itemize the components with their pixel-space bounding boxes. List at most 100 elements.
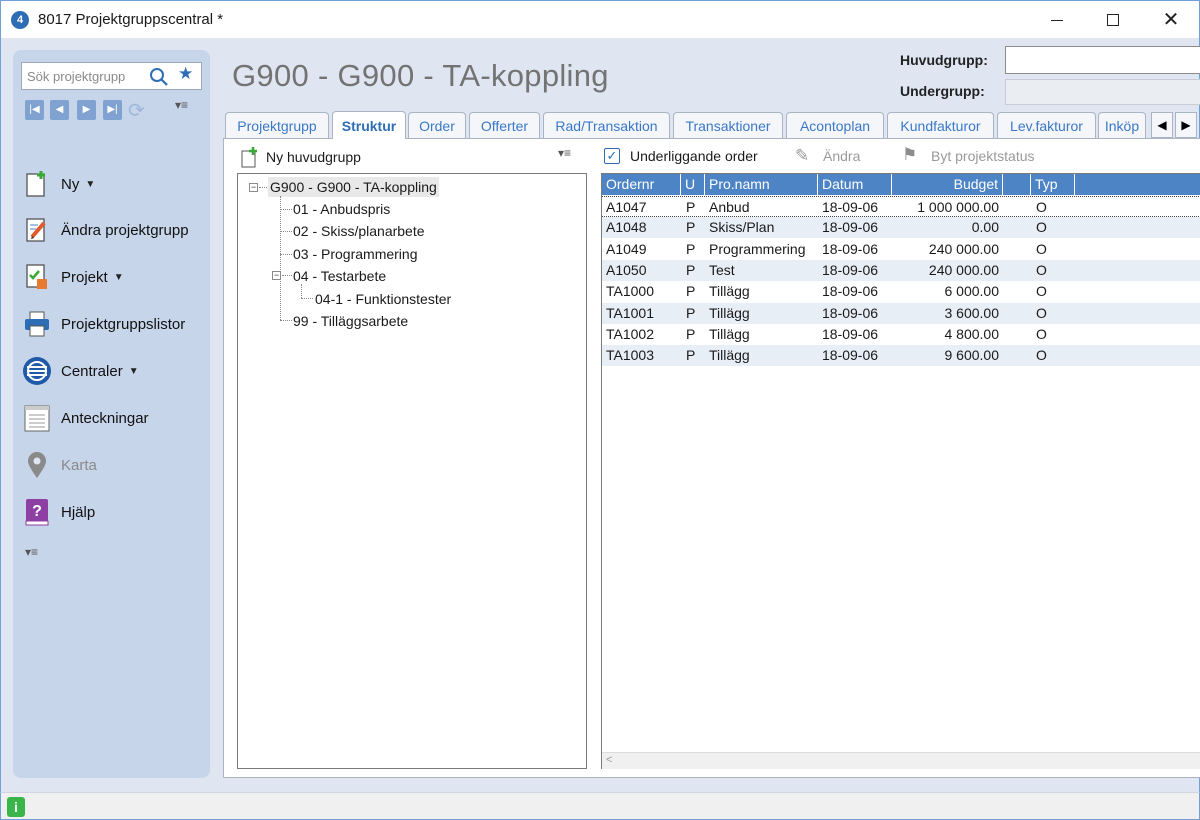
sidebar-item-label: Centraler	[61, 362, 123, 380]
svg-text:?: ?	[32, 503, 42, 520]
table-row[interactable]: TA1002 P Tillägg 18-09-06 4 800.00 O	[602, 324, 1200, 345]
ny-huvudgrupp-button[interactable]: Ny huvudgrupp	[240, 146, 361, 168]
table-cell: 0.00	[971, 219, 999, 236]
tree-node[interactable]: 03 - Programmering	[293, 244, 418, 264]
undergrupp-field[interactable]	[1005, 79, 1200, 105]
sidebar-item-projekt[interactable]: Projekt ▼	[22, 261, 202, 293]
tab-lev-fakturor[interactable]: Lev.fakturor	[997, 112, 1096, 138]
favorite-star-icon[interactable]: ★	[178, 64, 193, 84]
table-row[interactable]: TA1001 P Tillägg 18-09-06 3 600.00 O	[602, 302, 1200, 324]
table-row[interactable]: A1050 P Test 18-09-06 240 000.00 O	[602, 259, 1200, 281]
column-header-datum[interactable]: Datum	[818, 174, 892, 195]
minimize-button[interactable]	[1029, 1, 1085, 39]
horizontal-scrollbar[interactable]: <	[602, 752, 1200, 769]
column-header-pronamn[interactable]: Pro.namn	[705, 174, 818, 195]
table-cell: TA1001	[606, 304, 654, 321]
column-header-ordernr[interactable]: Ordernr	[602, 174, 681, 195]
orders-table[interactable]: Ordernr U Pro.namn Datum Budget Typ A104…	[601, 173, 1200, 769]
table-cell: A1048	[606, 219, 647, 236]
sidebar-item-hjalp[interactable]: ? Hjälp	[22, 496, 202, 528]
notepad-icon	[22, 403, 52, 433]
sidebar-item-karta[interactable]: Karta	[22, 449, 202, 481]
table-cell: 18-09-06	[822, 261, 879, 278]
sidebar-item-ny[interactable]: Ny ▼	[22, 168, 202, 200]
tab-offerter[interactable]: Offerter	[469, 112, 540, 138]
huvudgrupp-label: Huvudgrupp:	[900, 52, 988, 68]
table-cell: 240 000.00	[928, 240, 999, 257]
info-icon[interactable]: i	[7, 797, 25, 817]
last-record-button[interactable]: ▶|	[103, 100, 122, 120]
underliggande-order-label[interactable]: Underliggande order	[630, 148, 758, 164]
sidebar-item-label: Ny	[61, 175, 80, 193]
window-title: 8017 Projektgruppscentral *	[38, 11, 224, 28]
tree-node[interactable]: 01 - Anbudspris	[293, 199, 390, 219]
tree-node[interactable]: 02 - Skiss/planarbete	[293, 221, 425, 241]
table-cell: Tillägg	[709, 347, 750, 364]
table-cell: A1049	[606, 240, 647, 257]
refresh-icon[interactable]: ⟳	[128, 98, 145, 123]
table-cell: P	[686, 325, 696, 342]
tab-transaktioner[interactable]: Transaktioner	[673, 112, 783, 138]
table-cell: O	[1036, 283, 1047, 300]
table-cell: Test	[709, 261, 735, 278]
tree-node[interactable]: 99 - Tilläggsarbete	[293, 311, 408, 331]
sidebar-item-label: Ändra projektgrupp	[61, 221, 189, 239]
tab-scroll-right-icon[interactable]: ▶	[1175, 112, 1197, 138]
table-row[interactable]: A1048 P Skiss/Plan 18-09-06 0.00 O	[602, 217, 1200, 239]
tab-kundfakturor[interactable]: Kundfakturor	[887, 112, 994, 138]
collapse-icon[interactable]: −	[249, 183, 258, 192]
table-cell: O	[1036, 219, 1047, 236]
table-row[interactable]: A1049 P Programmering 18-09-06 240 000.00 O	[602, 239, 1200, 260]
tab-struktur[interactable]: Struktur	[332, 111, 406, 139]
tree-node[interactable]: 04 - Testarbete	[293, 266, 386, 286]
column-header-u[interactable]: U	[681, 174, 705, 195]
tree-node[interactable]: 04-1 - Funktionstester	[315, 289, 451, 309]
search-input[interactable]: Sök projektgrupp	[27, 69, 125, 84]
tab-projektgrupp[interactable]: Projektgrupp	[225, 112, 329, 138]
column-header-typ[interactable]: Typ	[1031, 174, 1075, 195]
table-row[interactable]: TA1003 P Tillägg 18-09-06 9 600.00 O	[602, 345, 1200, 367]
structure-options-icon[interactable]: ▾≡	[558, 146, 571, 160]
table-row[interactable]: A1047 P Anbud 18-09-06 1 000 000.00 O	[602, 196, 1200, 217]
structure-tree[interactable]: − G900 - G900 - TA-koppling − 01 - Anbud…	[237, 173, 587, 769]
maximize-icon	[1107, 14, 1119, 26]
tab-scroll-left-icon[interactable]: ◀	[1151, 112, 1173, 138]
chevron-down-icon: ▼	[113, 271, 124, 283]
sidebar-item-andra-projektgrupp[interactable]: Ändra projektgrupp	[22, 214, 202, 246]
collapse-icon[interactable]: −	[272, 271, 281, 280]
previous-record-button[interactable]: ◀	[50, 100, 69, 120]
table-cell: Tillägg	[709, 325, 750, 342]
table-cell: 3 600.00	[944, 304, 1000, 321]
maximize-button[interactable]	[1085, 1, 1141, 39]
new-document-icon	[22, 169, 52, 199]
table-header: Ordernr U Pro.namn Datum Budget Typ	[602, 174, 1200, 195]
tab-order[interactable]: Order	[408, 112, 466, 138]
tree-root-node[interactable]: G900 - G900 - TA-koppling	[268, 177, 439, 197]
table-cell: 240 000.00	[928, 261, 999, 278]
tab-inkop[interactable]: Inköp	[1098, 112, 1146, 138]
column-header-budget[interactable]: Budget	[892, 174, 1003, 195]
sidebar-options-icon[interactable]: ▾≡	[175, 98, 188, 112]
sidebar-collapse-icon[interactable]: ▾≡	[25, 545, 38, 559]
table-cell: A1050	[606, 261, 647, 278]
app-icon: 4	[11, 11, 29, 29]
underliggande-order-checkbox[interactable]: ✓	[604, 148, 620, 164]
table-row[interactable]: TA1000 P Tillägg 18-09-06 6 000.00 O	[602, 281, 1200, 302]
table-cell: Anbud	[709, 199, 750, 215]
first-record-button[interactable]: |◀	[25, 100, 44, 120]
sidebar-item-projektgruppslistor[interactable]: Projektgruppslistor	[22, 308, 202, 340]
next-record-button[interactable]: ▶	[77, 100, 96, 120]
close-button[interactable]: ✕	[1143, 1, 1199, 39]
table-cell: Tillägg	[709, 283, 750, 300]
tab-acontoplan[interactable]: Acontoplan	[786, 112, 884, 138]
tab-rad-transaktion[interactable]: Rad/Transaktion	[543, 112, 670, 138]
sidebar-item-centraler[interactable]: Centraler ▼	[22, 355, 202, 387]
scroll-left-icon[interactable]: <	[606, 754, 612, 766]
search-box[interactable]: Sök projektgrupp ★	[21, 62, 202, 90]
byt-projektstatus-button[interactable]: Byt projektstatus	[931, 148, 1035, 164]
search-icon[interactable]	[149, 67, 169, 87]
huvudgrupp-field[interactable]	[1005, 46, 1200, 74]
sidebar-item-anteckningar[interactable]: Anteckningar	[22, 402, 202, 434]
andra-button[interactable]: Ändra	[823, 148, 860, 164]
sidebar-item-label: Projektgruppslistor	[61, 315, 186, 333]
